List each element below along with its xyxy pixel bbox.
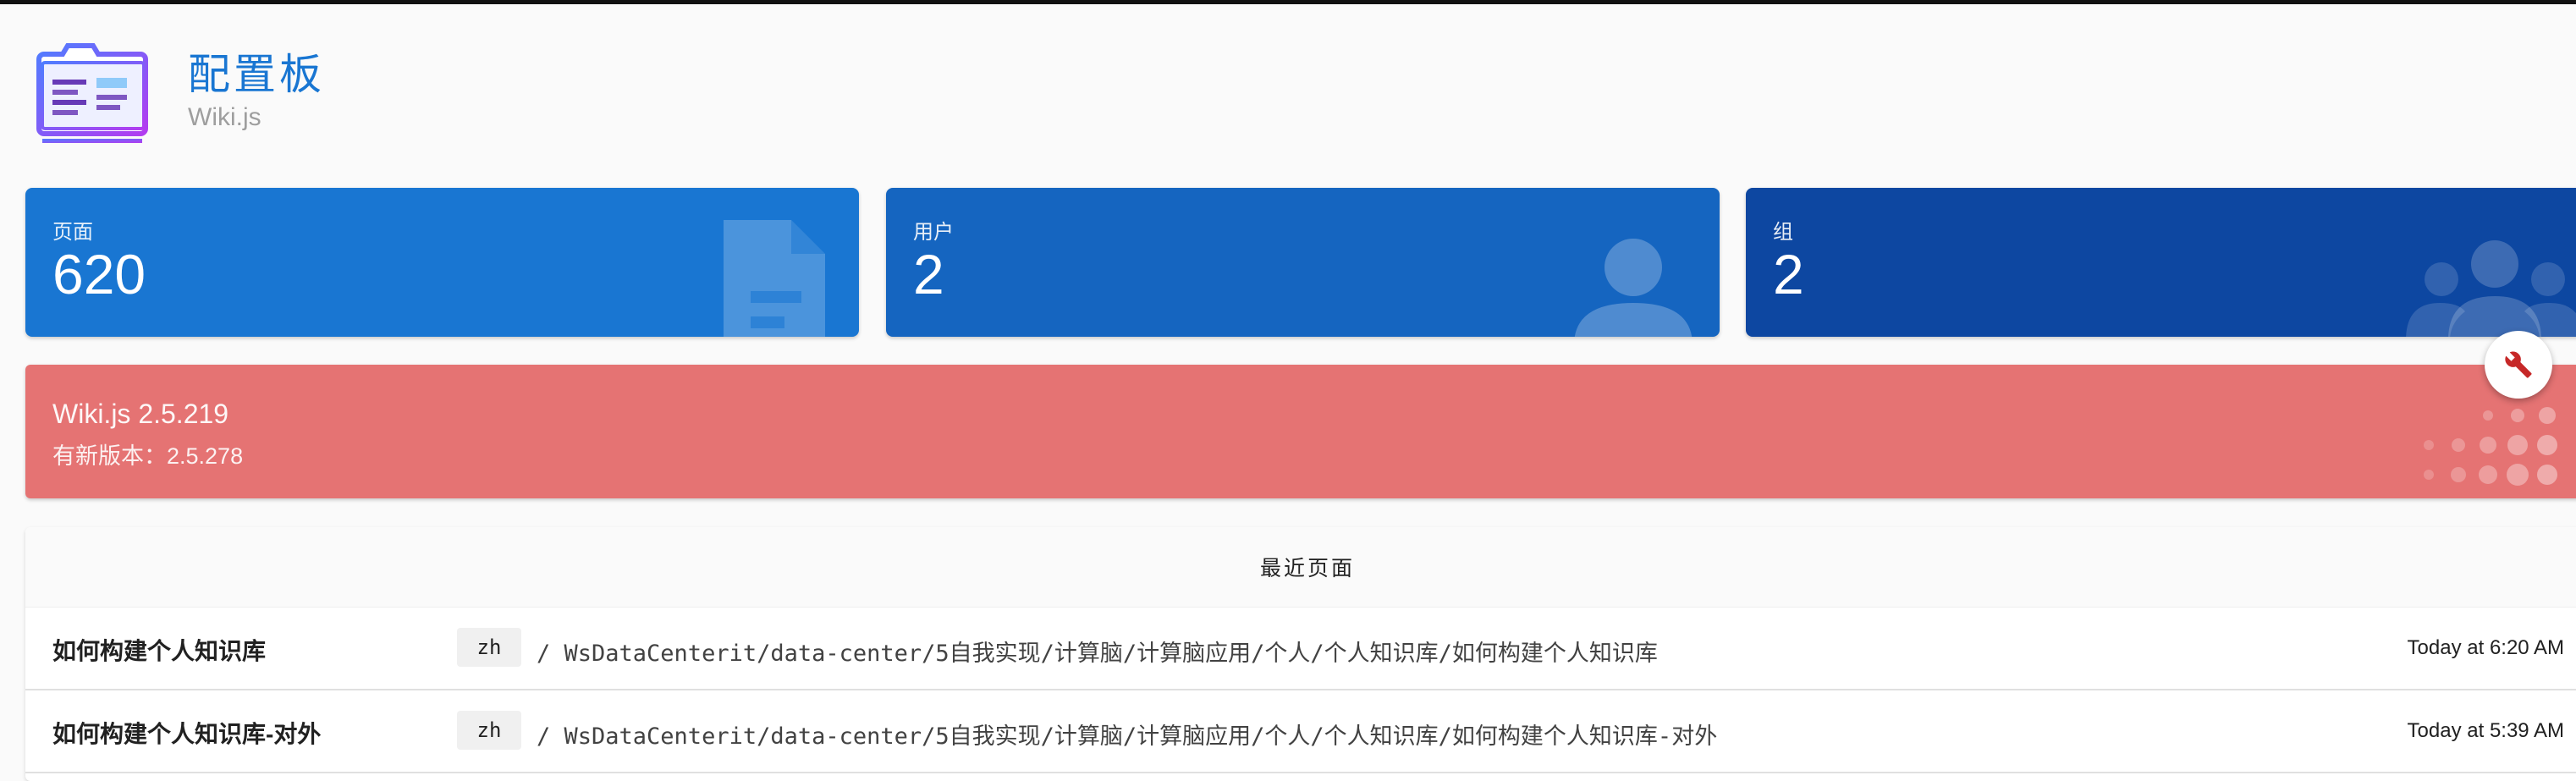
wrench-fab-button[interactable] bbox=[2485, 331, 2552, 399]
top-edge bbox=[0, 0, 2576, 4]
recent-page-title: 如何构建个人知识库-对外 bbox=[52, 721, 322, 747]
recent-page-title: 如何构建个人知识库 bbox=[52, 638, 267, 664]
locale-chip: zh bbox=[457, 628, 521, 667]
account-icon bbox=[1574, 239, 1693, 337]
file-document-icon bbox=[724, 220, 825, 337]
recent-pages-title: 最近页面 bbox=[25, 527, 2576, 608]
wrench-icon bbox=[2505, 351, 2532, 378]
recent-page-row[interactable]: 如何构建个人知识库-对外 zh / WsDataCenterit/data-ce… bbox=[25, 690, 2576, 773]
page-title: 配置板 bbox=[188, 51, 325, 98]
dots-decoration bbox=[2424, 407, 2557, 486]
page-subtitle: Wiki.js bbox=[188, 103, 261, 131]
recent-pages-panel: 最近页面 如何构建个人知识库 zh / WsDataCenterit/data-… bbox=[25, 527, 2576, 781]
recent-page-time: Today at 6:20 AM bbox=[2407, 636, 2564, 659]
recent-page-time: Today at 5:39 AM bbox=[2407, 719, 2564, 742]
groups-stat-label: 组 bbox=[1773, 221, 1793, 244]
recent-page-path: / WsDataCenterit/data-center/5自我实现/计算脑/计… bbox=[537, 723, 1718, 750]
pages-stat-card[interactable]: 页面 620 bbox=[25, 188, 859, 337]
users-stat-card[interactable]: 用户 2 bbox=[886, 188, 1720, 337]
users-stat-value: 2 bbox=[913, 243, 944, 305]
groups-stat-card[interactable]: 组 2 bbox=[1746, 188, 2576, 337]
recent-page-row[interactable]: 如何构建个人知识库 zh / WsDataCenterit/data-cente… bbox=[25, 608, 2576, 690]
current-version: Wiki.js 2.5.219 bbox=[52, 399, 229, 429]
groups-stat-value: 2 bbox=[1773, 243, 1804, 305]
pages-stat-value: 620 bbox=[52, 243, 146, 305]
new-version-notice: 有新版本：2.5.278 bbox=[52, 443, 244, 469]
recent-page-path: / WsDataCenterit/data-center/5自我实现/计算脑/计… bbox=[537, 641, 1658, 667]
locale-chip: zh bbox=[457, 711, 521, 750]
dashboard-window-icon bbox=[36, 43, 148, 143]
account-group-icon bbox=[2406, 240, 2576, 337]
update-banner: Wiki.js 2.5.219 有新版本：2.5.278 bbox=[25, 365, 2576, 498]
users-stat-label: 用户 bbox=[913, 221, 954, 244]
pages-stat-label: 页面 bbox=[52, 221, 93, 244]
